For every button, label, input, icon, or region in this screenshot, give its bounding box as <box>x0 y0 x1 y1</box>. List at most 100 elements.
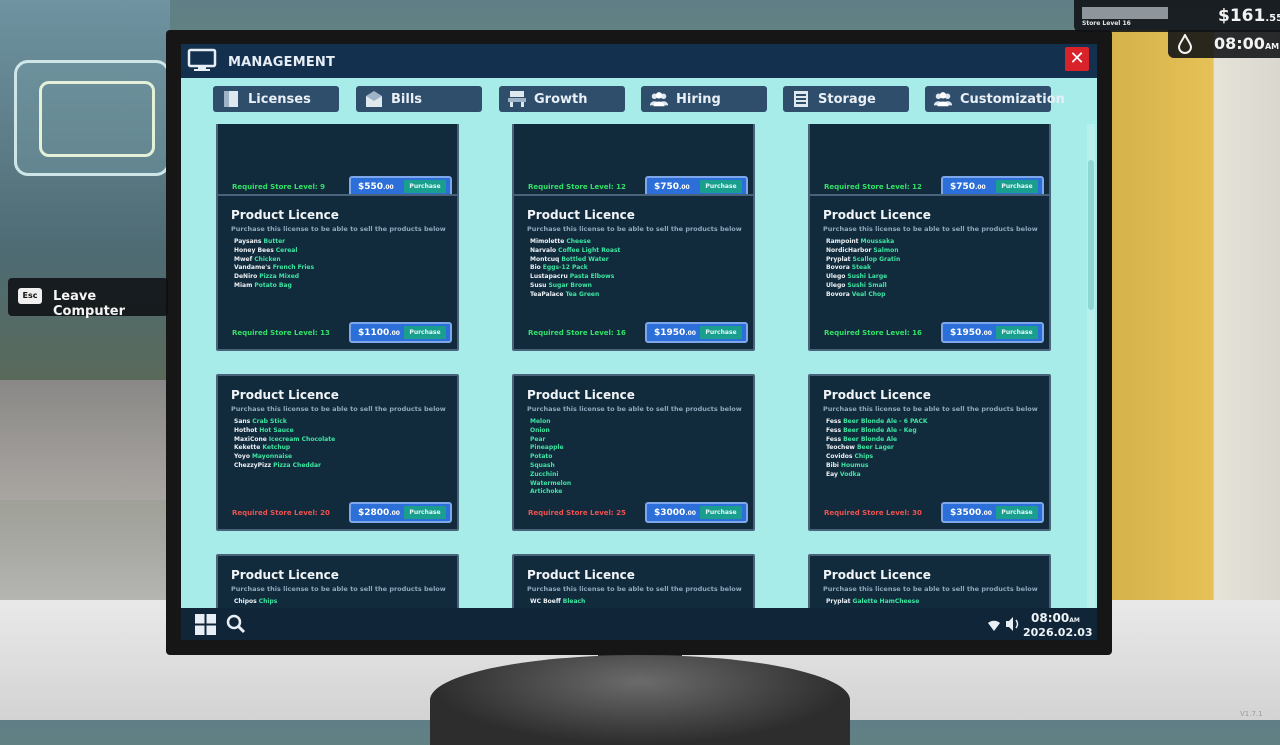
product-item: Eggs-12 Pack <box>542 264 588 272</box>
license-price: $1950.00 <box>950 328 994 338</box>
product-line: Eay Vodka <box>826 471 928 480</box>
search-icon[interactable] <box>226 614 246 634</box>
product-item: Melon <box>530 418 551 425</box>
product-brand: Ulego <box>826 281 846 289</box>
tab-customization[interactable]: Customization <box>925 86 1065 112</box>
card-subtitle: Purchase this license to be able to sell… <box>823 225 1038 233</box>
license-card: Product Licence Purchase this license to … <box>216 554 459 608</box>
license-card: Product Licence Purchase this license to … <box>216 194 459 351</box>
required-store-level: Required Store Level: 12 <box>824 183 922 191</box>
price-box: $3000.00 Purchase <box>645 502 748 523</box>
purchase-button[interactable]: Purchase <box>404 506 446 519</box>
money-cents: .55 <box>1265 13 1280 24</box>
required-store-level: Required Store Level: 13 <box>232 329 330 337</box>
product-line: Fess Beer Blonde Ale - 6 PACK <box>826 418 928 427</box>
license-price: $2800.00 <box>358 508 402 518</box>
scrollbar-thumb[interactable] <box>1088 160 1094 310</box>
product-item: Crab Stick <box>252 418 287 425</box>
product-line: NordicHarbor Salmon <box>826 247 900 256</box>
wifi-icon[interactable] <box>987 617 1001 631</box>
license-price-main: $550 <box>358 181 384 192</box>
purchase-button[interactable]: Purchase <box>404 326 446 339</box>
product-line: Bovora Steak <box>826 264 900 273</box>
product-item: Beer Lager <box>856 444 894 452</box>
license-price-main: $3000 <box>654 507 686 518</box>
product-brand: Miam <box>234 281 253 289</box>
license-price-main: $2800 <box>358 507 390 518</box>
product-item: Icecream Chocolate <box>268 435 336 443</box>
license-price-cents: .00 <box>685 329 696 337</box>
license-price-main: $1950 <box>654 327 686 338</box>
purchase-button[interactable]: Purchase <box>996 506 1038 519</box>
card-subtitle: Purchase this license to be able to sell… <box>823 585 1038 593</box>
product-line: Pryplat Galette HamCheese <box>826 598 919 607</box>
product-brand: Covidos <box>826 453 853 461</box>
drop-icon <box>1176 32 1194 54</box>
price-box: $1950.00 Purchase <box>941 322 1044 343</box>
product-line: Covidos Chips <box>826 453 928 462</box>
product-brand: NordicHarbor <box>826 246 872 254</box>
product-brand: WC Boeff <box>530 598 561 605</box>
product-brand: Kekette <box>234 444 261 452</box>
purchase-button[interactable]: Purchase <box>996 326 1038 339</box>
license-price: $750.00 <box>950 182 994 192</box>
purchase-button[interactable]: Purchase <box>700 506 742 519</box>
card-title: Product Licence <box>231 568 339 582</box>
product-line: Chipos Chips <box>234 598 277 607</box>
product-item: Pasta Elbows <box>569 273 615 281</box>
product-item: Watermelon <box>530 479 572 487</box>
product-line: Potato <box>530 453 571 462</box>
tab-label: Bills <box>391 91 423 107</box>
product-line: Fess Beer Blonde Ale <box>826 436 928 445</box>
tab-label: Customization <box>960 91 1065 107</box>
product-item: Pizza Mixed <box>259 273 300 281</box>
product-line: Bibi Houmus <box>826 462 928 471</box>
volume-icon[interactable] <box>1005 616 1021 632</box>
license-price-cents: .00 <box>981 329 992 337</box>
required-store-level: Required Store Level: 9 <box>232 183 326 191</box>
license-price: $3500.00 <box>950 508 994 518</box>
tab-label: Storage <box>818 91 876 107</box>
start-menu-icon[interactable] <box>195 614 216 635</box>
product-brand: Honey Bees <box>234 246 274 254</box>
tab-hiring[interactable]: Hiring <box>641 86 767 112</box>
money-main: $161 <box>1218 6 1266 26</box>
product-brand: Mimolette <box>530 238 565 245</box>
tab-licenses[interactable]: Licenses <box>213 86 339 112</box>
product-item: Sushi Small <box>847 281 887 289</box>
purchase-button[interactable]: Purchase <box>996 180 1038 193</box>
product-brand: Rampoint <box>826 238 859 245</box>
license-price-main: $750 <box>950 181 976 192</box>
license-price-cents: .00 <box>685 509 696 517</box>
license-price-cents: .00 <box>981 509 992 517</box>
license-price-cents: .00 <box>383 183 394 191</box>
purchase-button[interactable]: Purchase <box>700 180 742 193</box>
tab-growth[interactable]: Growth <box>499 86 625 112</box>
product-item: Cereal <box>275 246 298 254</box>
product-brand: Fess <box>826 435 842 443</box>
product-brand: Bovora <box>826 290 850 298</box>
product-item: Tea Green <box>565 290 600 298</box>
license-card: Required Store Level: 12 $750.00 Purchase <box>512 124 755 205</box>
purchase-button[interactable]: Purchase <box>700 326 742 339</box>
product-item: Bottled Water <box>561 255 609 263</box>
scrollbar[interactable] <box>1087 124 1095 608</box>
tab-storage[interactable]: Storage <box>783 86 909 112</box>
purchase-button[interactable]: Purchase <box>404 180 446 193</box>
product-item: Hot Sauce <box>259 426 294 434</box>
product-brand: Lustapacru <box>530 273 568 281</box>
license-card: Product Licence Purchase this license to … <box>512 194 755 351</box>
product-brand: Ulego <box>826 273 846 281</box>
product-list: Melon Onion Pear Pineapple Potato Squash Zucch… <box>530 418 571 497</box>
product-line: Watermelon <box>530 480 571 489</box>
product-item: Vodka <box>839 470 861 478</box>
product-brand: Narvalo <box>530 246 557 254</box>
leave-computer-prompt[interactable]: Esc Leave Computer <box>8 278 168 319</box>
close-button[interactable]: ✕ <box>1065 47 1089 71</box>
card-title: Product Licence <box>527 208 635 222</box>
product-item: Galette HamCheese <box>852 598 920 605</box>
product-brand: ChezzyPizz <box>234 461 272 469</box>
card-subtitle: Purchase this license to be able to sell… <box>231 405 446 413</box>
tab-bills[interactable]: Bills <box>356 86 482 112</box>
price-box: $1950.00 Purchase <box>645 322 748 343</box>
